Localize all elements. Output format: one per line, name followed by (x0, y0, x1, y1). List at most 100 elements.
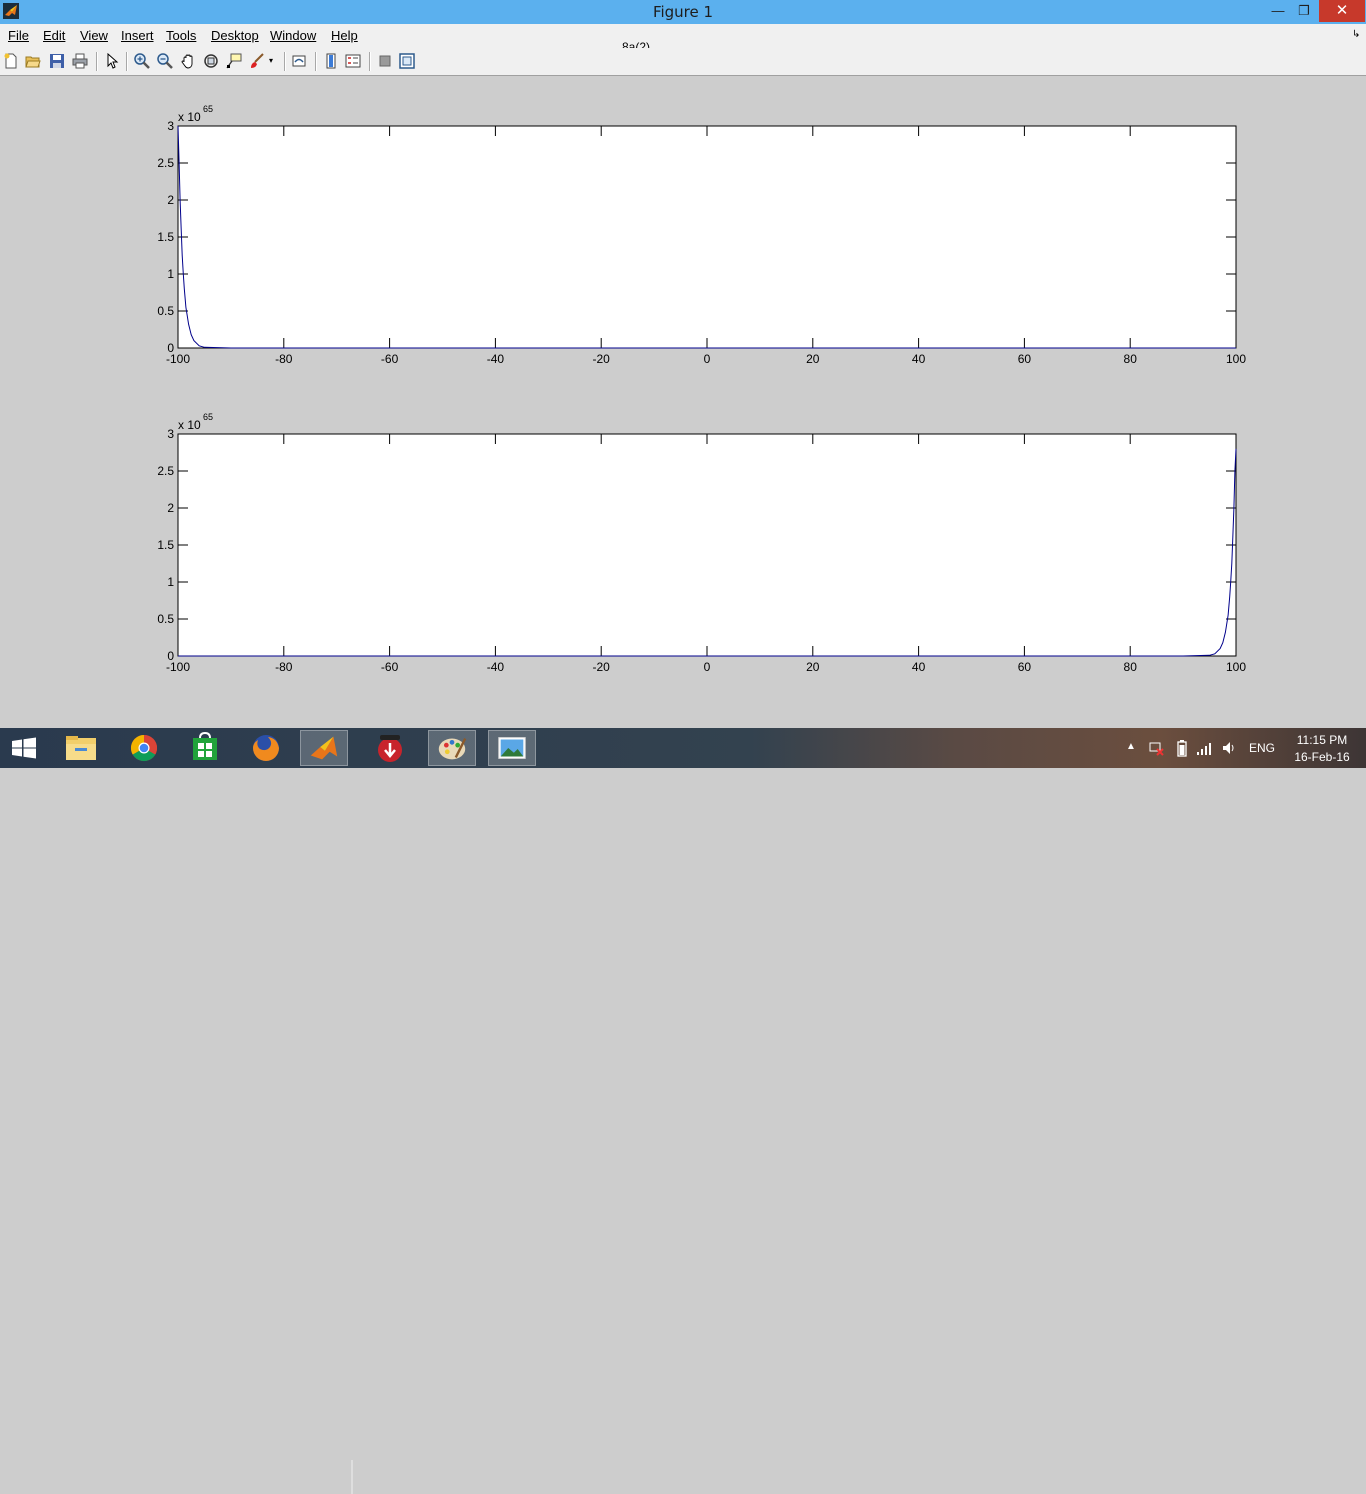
toolbar-separator (284, 52, 286, 71)
pan-icon[interactable] (180, 53, 196, 69)
title-bar: Figure 1 — ❐ ✕ (0, 0, 1366, 24)
y-tick-label: 3 (167, 427, 174, 441)
hide-plot-tools-icon[interactable] (377, 53, 393, 69)
brush-dropdown-icon[interactable]: ▾ (269, 56, 279, 72)
data-cursor-icon[interactable] (226, 53, 242, 69)
network-status-icon[interactable] (1148, 740, 1164, 756)
axes-box (177, 125, 1237, 349)
y-exponent-value: 65 (203, 104, 213, 114)
x-tick-label: -80 (275, 352, 293, 366)
x-tick-label: -40 (487, 352, 505, 366)
menu-view[interactable]: View (80, 28, 108, 43)
downloader-icon[interactable] (366, 730, 414, 766)
matlab-icon[interactable] (300, 730, 348, 766)
dock-arrow-icon[interactable]: ↳ (1352, 29, 1360, 40)
x-tick-label: 0 (704, 660, 711, 674)
link-plot-icon[interactable] (291, 53, 307, 69)
store-icon[interactable] (181, 730, 229, 766)
new-figure-icon[interactable] (3, 53, 19, 69)
y-exponent-label: x 10 (178, 110, 201, 124)
x-tick-label: 60 (1018, 352, 1032, 366)
insert-legend-icon[interactable] (345, 53, 361, 69)
save-icon[interactable] (49, 53, 65, 69)
x-tick-label: 60 (1018, 660, 1032, 674)
start-icon[interactable] (0, 730, 48, 766)
x-tick-label: 80 (1124, 660, 1138, 674)
y-tick-label: 0.5 (157, 612, 174, 626)
y-tick-label: 0 (167, 649, 174, 663)
plot-canvas: -100 -80 -60 -40 -20 0 20 40 60 80 10000.511.522.5… (157, 104, 1246, 674)
x-tick-label: 40 (912, 660, 926, 674)
rotate-3d-icon[interactable] (203, 53, 219, 69)
paint-icon[interactable] (428, 730, 476, 766)
y-exponent-value: 65 (203, 412, 213, 422)
x-tick-label: 0 (704, 352, 711, 366)
x-tick-label: -20 (593, 352, 611, 366)
open-file-icon[interactable] (25, 53, 41, 69)
tray-overflow-icon[interactable]: ▲ (1126, 741, 1136, 752)
y-tick-label: 1.5 (157, 230, 174, 244)
taskbar-divider (351, 1460, 353, 1494)
y-tick-label: 2 (167, 193, 174, 207)
menu-tools[interactable]: Tools (166, 28, 196, 43)
axes-1: -100 -80 -60 -40 -20 0 20 40 60 80 10000.511.522.5… (157, 104, 1246, 366)
x-tick-label: -60 (381, 660, 399, 674)
axes-box (177, 433, 1237, 657)
language-indicator[interactable]: ENG (1249, 741, 1275, 755)
menu-insert[interactable]: Insert (121, 28, 154, 43)
clock-date[interactable]: 16-Feb-16 (1291, 750, 1353, 764)
axes-2: -100 -80 -60 -40 -20 0 20 40 60 80 10000.511.522.5… (157, 412, 1246, 674)
y-tick-label: 0 (167, 341, 174, 355)
taskbar: ▲ ENG 11:15 PM 16-Feb-16 (0, 728, 1366, 1494)
show-plot-tools-icon[interactable] (399, 53, 415, 69)
y-tick-label: 2.5 (157, 156, 174, 170)
y-tick-label: 2.5 (157, 464, 174, 478)
x-tick-label: 100 (1226, 352, 1246, 366)
insert-colorbar-icon[interactable] (323, 53, 339, 69)
x-tick-label: 80 (1124, 352, 1138, 366)
edit-plot-icon[interactable] (104, 53, 120, 69)
toolbar-separator (96, 52, 98, 71)
figure-toolbar: ▾ (0, 48, 1366, 76)
x-tick-label: -60 (381, 352, 399, 366)
battery-icon[interactable] (1176, 739, 1188, 757)
x-tick-label: -20 (593, 660, 611, 674)
x-tick-label: 100 (1226, 660, 1246, 674)
x-tick-label: 20 (806, 660, 820, 674)
print-icon[interactable] (72, 53, 88, 69)
brush-icon[interactable] (249, 53, 265, 69)
y-tick-label: 1.5 (157, 538, 174, 552)
menu-bar: File Edit View Insert Tools Desktop Wind… (0, 24, 1366, 48)
zoom-in-icon[interactable] (134, 53, 150, 69)
menu-file[interactable]: File (8, 28, 29, 43)
clock-time[interactable]: 11:15 PM (1293, 733, 1351, 747)
firefox-icon[interactable] (242, 730, 290, 766)
menu-desktop[interactable]: Desktop (211, 28, 259, 43)
x-tick-label: 40 (912, 352, 926, 366)
toolbar-separator (369, 52, 371, 71)
y-tick-label: 1 (167, 267, 174, 281)
x-tick-label: -80 (275, 660, 293, 674)
volume-icon[interactable] (1221, 740, 1237, 756)
y-tick-label: 3 (167, 119, 174, 133)
photos-icon[interactable] (488, 730, 536, 766)
zoom-out-icon[interactable] (157, 53, 173, 69)
y-exponent-label: x 10 (178, 418, 201, 432)
toolbar-separator (315, 52, 317, 71)
toolbar-separator (126, 52, 128, 71)
y-tick-label: 0.5 (157, 304, 174, 318)
menu-help[interactable]: Help (331, 28, 358, 43)
x-tick-label: 20 (806, 352, 820, 366)
restore-button[interactable]: ❐ (1291, 0, 1317, 22)
signal-icon[interactable] (1196, 740, 1212, 756)
window-title: Figure 1 (652, 3, 714, 21)
x-tick-label: -40 (487, 660, 505, 674)
figure-canvas: -100 -80 -60 -40 -20 0 20 40 60 80 100 0 0.5 1 1.5 2 2.5… (0, 76, 1366, 728)
menu-window[interactable]: Window (270, 28, 316, 43)
file-explorer-icon[interactable] (57, 730, 105, 766)
menu-edit[interactable]: Edit (43, 28, 65, 43)
close-button[interactable]: ✕ (1319, 0, 1365, 22)
minimize-button[interactable]: — (1265, 0, 1291, 22)
y-tick-label: 2 (167, 501, 174, 515)
chrome-icon[interactable] (120, 730, 168, 766)
